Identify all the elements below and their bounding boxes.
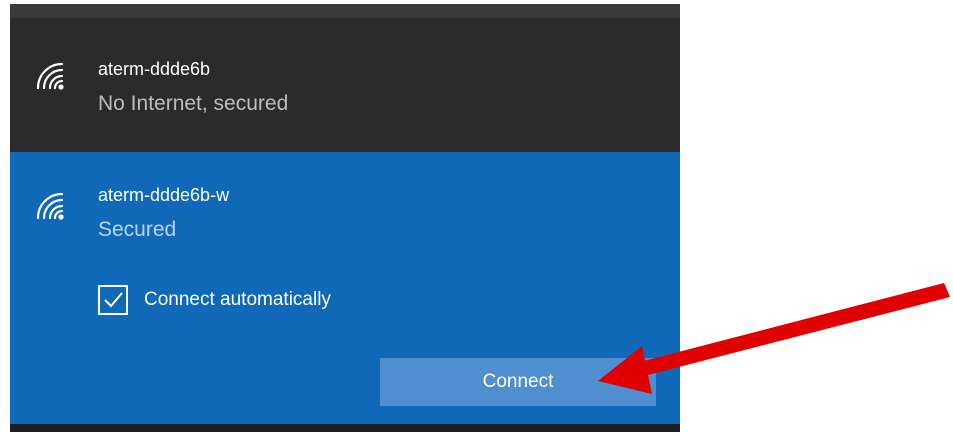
network-status: Secured: [98, 218, 177, 241]
network-ssid: aterm-ddde6b-w: [98, 185, 230, 205]
screenshot-canvas: aterm-ddde6b No Internet, secured aterm-…: [0, 0, 953, 436]
connect-automatically-checkbox[interactable]: [98, 285, 128, 315]
checkmark-icon: [104, 292, 123, 308]
wifi-network-flyout: aterm-ddde6b No Internet, secured aterm-…: [10, 4, 680, 432]
flyout-bottom-edge: [10, 424, 680, 432]
connect-automatically-label: Connect automatically: [144, 289, 331, 310]
wifi-signal-icon: [36, 62, 64, 90]
connect-automatically-option[interactable]: Connect automatically: [98, 282, 331, 318]
network-status: No Internet, secured: [98, 92, 289, 115]
network-item-aterm-ddde6b-w[interactable]: aterm-ddde6b-w Secured Connect automatic…: [10, 152, 680, 424]
flyout-top-edge: [10, 4, 680, 18]
wifi-signal-icon: [36, 192, 64, 220]
network-item-aterm-ddde6b[interactable]: aterm-ddde6b No Internet, secured: [10, 18, 680, 152]
network-ssid: aterm-ddde6b: [98, 59, 211, 79]
arrow-shaft: [636, 283, 950, 377]
connect-button[interactable]: Connect: [380, 358, 656, 406]
